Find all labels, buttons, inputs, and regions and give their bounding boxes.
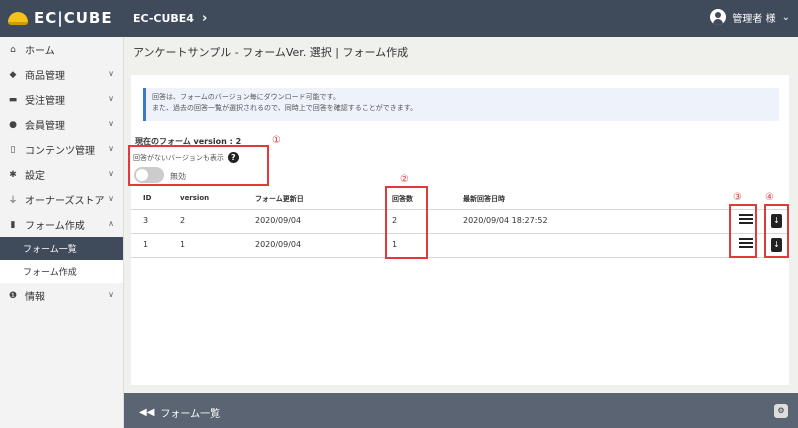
sidebar-subitem-form-create[interactable]: フォーム作成	[0, 260, 123, 283]
column-header-version: version	[180, 194, 210, 202]
plug-icon: ⏚	[8, 196, 18, 206]
sidebar-item-orders[interactable]: ▬ 受注管理 ∨	[0, 87, 123, 112]
chevron-down-icon: ⌄	[781, 11, 790, 23]
sidebar-item-customers[interactable]: ● 会員管理 ∨	[0, 112, 123, 137]
home-icon: ⌂	[10, 44, 16, 55]
column-header-updated: フォーム更新日	[255, 195, 304, 203]
cube-logo-icon	[8, 11, 28, 25]
sidebar-item-label: 受注管理	[25, 96, 65, 107]
row-last-answered: 2020/09/04 18:27:52	[463, 216, 548, 225]
top-header: EC|CUBE EC-CUBE4 › 管理者 様 ⌄	[0, 0, 798, 37]
user-avatar-icon	[710, 9, 727, 25]
sidebar-item-settings[interactable]: ✱ 設定 ∨	[0, 162, 123, 187]
page-title: アンケートサンプル - フォームVer. 選択 | フォーム作成	[133, 46, 409, 59]
info-box: 回答は、フォームのバージョン毎にダウンロード可能です。 また、過去の回答一覧が選…	[143, 88, 779, 121]
row-id: 3	[143, 216, 149, 225]
users-icon: ●	[9, 119, 17, 130]
footer-bar: ◀◀ フォーム一覧 ⚙	[124, 393, 798, 428]
sidebar-item-contents[interactable]: ▯ コンテンツ管理 ∨	[0, 137, 123, 162]
user-menu[interactable]: 管理者 様 ⌄	[710, 9, 790, 25]
logo[interactable]: EC|CUBE	[8, 9, 113, 27]
row-version: 1	[180, 240, 186, 249]
chevron-down-icon: ∨	[108, 169, 114, 178]
gear-icon: ✱	[9, 169, 17, 180]
back-to-form-list-button[interactable]: ◀◀ フォーム一覧	[139, 405, 220, 420]
logo-text: EC|CUBE	[34, 9, 113, 27]
sidebar-item-label: コンテンツ管理	[25, 146, 95, 157]
table-row: 1 1 2020/09/04 1 ↓	[131, 234, 789, 258]
site-link[interactable]: EC-CUBE4 ›	[133, 11, 207, 26]
chevron-down-icon: ∨	[108, 69, 114, 78]
sidebar-item-label: 情報	[25, 292, 45, 303]
sidebar-item-home[interactable]: ⌂ ホーム	[0, 37, 123, 62]
cart-icon: ▬	[8, 94, 18, 105]
form-version-table: ID version フォーム更新日 回答数 最新回答日時 3 2 2020/0…	[131, 188, 789, 258]
row-version: 2	[180, 216, 186, 225]
settings-icon[interactable]: ⚙	[774, 404, 788, 418]
sidebar-item-label: フォーム作成	[25, 221, 85, 232]
row-updated: 2020/09/04	[255, 216, 302, 225]
chevron-down-icon: ∨	[108, 94, 114, 103]
chevron-down-icon: ∨	[108, 119, 114, 128]
site-name: EC-CUBE4	[133, 12, 194, 25]
table-header-row: ID version フォーム更新日 回答数 最新回答日時	[131, 188, 789, 210]
annotation-3: ③	[733, 192, 742, 203]
chevron-down-icon: ∨	[108, 194, 114, 203]
info-line-1: 回答は、フォームのバージョン毎にダウンロード可能です。	[152, 93, 340, 101]
column-header-id: ID	[143, 194, 152, 202]
info-line-2: また、過去の回答一覧が選択されるので、同時上で回答を確認することができます。	[152, 104, 418, 112]
sidebar-item-label: 設定	[25, 171, 45, 182]
sidebar-item-label: 商品管理	[25, 71, 65, 82]
sidebar-item-store[interactable]: ⏚ オーナーズストア ∨	[0, 187, 123, 212]
sidebar-item-label: ホーム	[25, 46, 55, 57]
back-link-label: フォーム一覧	[160, 409, 221, 420]
sidebar-item-products[interactable]: ◆ 商品管理 ∨	[0, 62, 123, 87]
info-icon: ❶	[8, 290, 18, 301]
highlight-box-4	[764, 204, 789, 258]
user-name: 管理者 様	[732, 13, 776, 25]
chevron-up-icon: ∧	[108, 219, 114, 228]
sidebar: ⌂ ホーム ◆ 商品管理 ∨ ▬ 受注管理 ∨ ● 会員管理 ∨ ▯ コンテンツ…	[0, 37, 124, 428]
row-id: 1	[143, 240, 149, 249]
highlight-box-1	[128, 145, 269, 186]
document-icon: ▮	[10, 219, 16, 230]
row-updated: 2020/09/04	[255, 240, 302, 249]
cube-icon: ◆	[9, 69, 17, 80]
annotation-2: ②	[400, 174, 409, 185]
highlight-box-2	[385, 186, 428, 259]
chevron-down-icon: ∨	[108, 144, 114, 153]
sidebar-item-info[interactable]: ❶ 情報 ∨	[0, 283, 123, 308]
chevron-right-icon: ›	[201, 11, 208, 26]
sidebar-item-label: オーナーズストア	[25, 196, 105, 207]
sidebar-item-label: 会員管理	[25, 121, 65, 132]
file-icon: ▯	[10, 144, 16, 155]
highlight-box-3	[729, 204, 757, 258]
column-header-last-answered: 最新回答日時	[463, 195, 505, 203]
double-chevron-left-icon: ◀◀	[139, 407, 155, 418]
sidebar-subitem-form-list[interactable]: フォーム一覧	[0, 237, 123, 260]
annotation-4: ④	[765, 192, 774, 203]
chevron-down-icon: ∨	[108, 290, 114, 299]
annotation-1: ①	[272, 135, 281, 146]
table-row: 3 2 2020/09/04 2 2020/09/04 18:27:52 ↓	[131, 210, 789, 234]
sidebar-item-form[interactable]: ▮ フォーム作成 ∧	[0, 212, 123, 237]
